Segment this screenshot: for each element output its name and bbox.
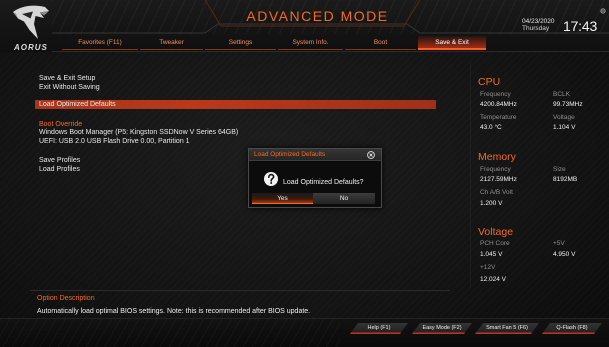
question-icon: [264, 172, 278, 186]
bios-screen: AORUS ADVANCED MODE 04/23/2020 Thursday …: [0, 0, 609, 347]
tab-system-info[interactable]: System Info.: [278, 36, 343, 50]
plus-12v-label: +12V: [480, 264, 496, 271]
memory-volt-label: Ch A/B Volt: [480, 189, 513, 196]
plus-12v-value: 12.024 V: [480, 276, 507, 283]
cpu-voltage-value: 1.104 V: [553, 124, 576, 131]
dialog-title: Load Optimized Defaults: [254, 151, 326, 158]
cpu-frequency-value: 4200.84MHz: [480, 101, 517, 108]
weekday-display: Thursday: [522, 25, 550, 32]
easy-mode-button[interactable]: Easy Mode (F2): [412, 323, 472, 334]
plus-5v-value: 4.950 V: [553, 251, 576, 258]
cpu-bclk-label: BCLK: [553, 91, 570, 98]
footer-texture: [0, 319, 340, 347]
plus-5v-label: +5V: [553, 240, 565, 247]
menu-item-load-optimized-defaults[interactable]: Load Optimized Defaults: [39, 100, 116, 109]
memory-size-value: 8192MB: [553, 176, 578, 183]
time-display: 17:43: [563, 18, 598, 34]
cpu-frequency-label: Frequency: [480, 91, 511, 98]
confirm-dialog: Load Optimized Defaults Load Optimized D…: [248, 148, 382, 208]
option-description-title: Option Description: [37, 295, 95, 302]
cpu-temperature-label: Temperature: [480, 114, 517, 121]
cpu-title: CPU: [478, 76, 501, 88]
settings-gear-icon[interactable]: [600, 8, 606, 14]
dialog-titlebar: Load Optimized Defaults: [249, 149, 381, 161]
tab-settings[interactable]: Settings: [205, 36, 276, 50]
close-icon[interactable]: [367, 151, 375, 159]
memory-frequency-label: Frequency: [480, 166, 511, 173]
tab-favorites[interactable]: Favorites (F11): [62, 36, 138, 50]
tab-tweaker[interactable]: Tweaker: [140, 36, 203, 50]
menu-item-save-profiles[interactable]: Save Profiles: [39, 156, 80, 165]
no-button[interactable]: No: [313, 193, 375, 204]
cpu-temperature-value: 43.0 °C: [480, 124, 502, 131]
option-description-text: Automatically load optimal BIOS settings…: [37, 308, 311, 315]
memory-frequency-value: 2127.59MHz: [480, 176, 517, 183]
yes-button[interactable]: Yes: [252, 193, 313, 204]
memory-size-label: Size: [553, 166, 566, 173]
header-bar: AORUS ADVANCED MODE 04/23/2020 Thursday …: [0, 0, 609, 52]
help-button[interactable]: Help (F1): [350, 323, 408, 334]
boot-option-windows-boot-manager[interactable]: Windows Boot Manager (P5: Kingston SSDNo…: [39, 128, 238, 137]
voltage-title: Voltage: [478, 226, 514, 238]
pch-core-value: 1.045 V: [480, 251, 503, 258]
pch-core-label: PCH Core: [480, 240, 510, 247]
memory-title: Memory: [478, 151, 516, 163]
smart-fan-button[interactable]: Smart Fan 5 (F6): [475, 323, 539, 334]
description-divider: [30, 290, 450, 291]
header-divider: [52, 51, 609, 52]
brand-text: AORUS: [14, 43, 48, 52]
q-flash-button[interactable]: Q-Flash (F8): [542, 323, 602, 334]
menu-item-save-exit-setup[interactable]: Save & Exit Setup: [39, 74, 95, 83]
memory-volt-value: 1.200 V: [480, 200, 503, 207]
tab-boot[interactable]: Boot: [345, 36, 416, 50]
page-title: ADVANCED MODE: [246, 8, 389, 24]
footer-bar: Help (F1) Easy Mode (F2) Smart Fan 5 (F6…: [0, 318, 609, 347]
cpu-bclk-value: 99.73MHz: [553, 101, 583, 108]
aorus-eagle-logo-icon: [13, 5, 49, 39]
tab-save-exit[interactable]: Save & Exit: [418, 36, 486, 50]
cpu-voltage-label: Voltage: [553, 114, 575, 121]
dialog-message: Load Optimized Defaults?: [283, 179, 364, 186]
menu-item-load-profiles[interactable]: Load Profiles: [39, 165, 80, 174]
boot-option-usb-flash-drive[interactable]: UEFI: USB 2.0 USB Flash Drive 0.00, Part…: [39, 137, 190, 146]
menu-item-exit-without-saving[interactable]: Exit Without Saving: [39, 83, 100, 92]
